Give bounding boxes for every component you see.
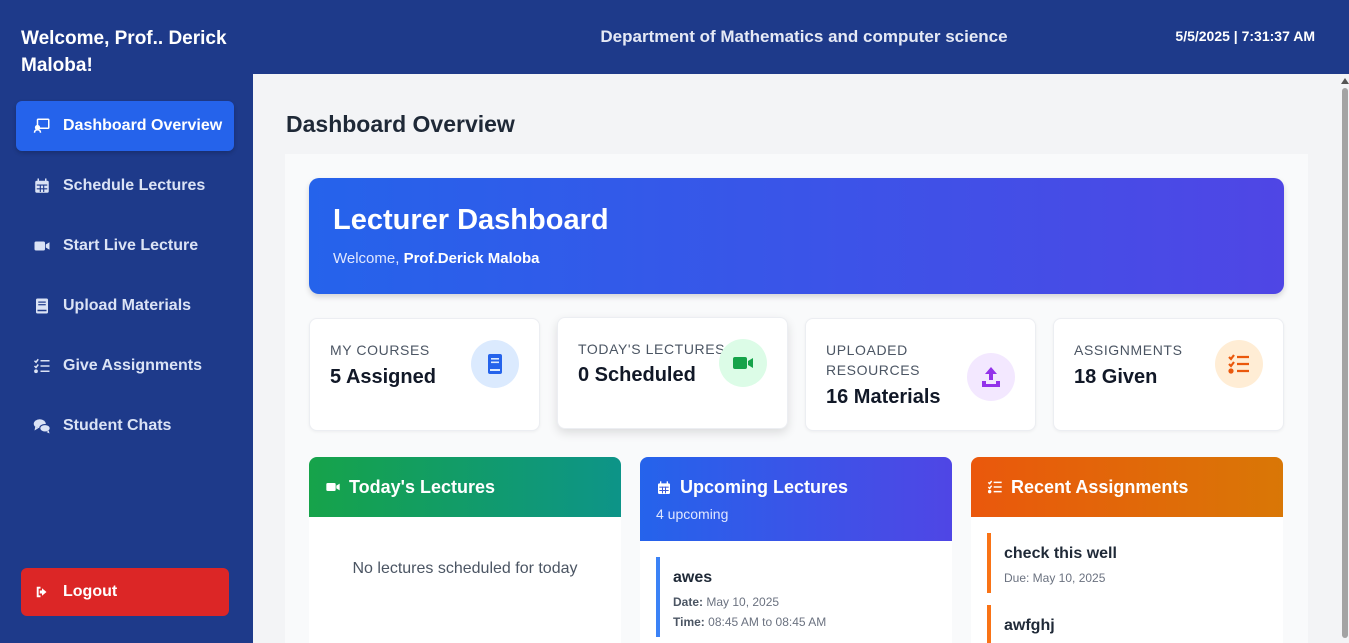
sidebar-item-upload-materials[interactable]: Upload Materials (16, 281, 234, 331)
lecture-date: Date: May 10, 2025 (673, 595, 952, 609)
sidebar-item-label: Start Live Lecture (63, 237, 199, 254)
sidebar-item-schedule-lectures[interactable]: Schedule Lectures (16, 161, 234, 211)
assignment-due: Due: May 10, 2025 (1004, 571, 1106, 585)
date-value: May 10, 2025 (706, 595, 780, 609)
video-icon (325, 479, 341, 495)
hero-title: Lecturer Dashboard (333, 204, 609, 236)
stat-card-todays-lectures[interactable]: TODAY'S LECTURES 0 Scheduled (557, 317, 788, 429)
sidebar: Welcome, Prof.. Derick Maloba! Dashboard… (0, 0, 253, 643)
lecture-name: awes (673, 569, 713, 586)
sidebar-item-dashboard-overview[interactable]: Dashboard Overview (16, 101, 234, 151)
upcoming-lectures-card: Upcoming Lectures 4 upcoming awes Date: … (640, 457, 952, 643)
list-item[interactable]: awes Date: May 10, 2025 Time: 08:45 AM t… (656, 557, 952, 637)
vertical-scrollbar[interactable] (1340, 74, 1349, 643)
stat-label: ASSIGNMENTS (1074, 342, 1183, 358)
upcoming-lectures-header: Upcoming Lectures 4 upcoming (640, 457, 952, 541)
stat-card-uploaded-resources[interactable]: UPLOADED RESOURCES 16 Materials (805, 318, 1036, 431)
date-label: Date: (673, 595, 704, 609)
sidebar-item-student-chats[interactable]: Student Chats (16, 401, 234, 451)
recent-assignments-card: Recent Assignments check this well Due: … (971, 457, 1283, 643)
logout-icon (33, 583, 51, 601)
dashboard-panel: Lecturer Dashboard Welcome, Prof.Derick … (285, 154, 1308, 643)
top-header: Department of Mathematics and computer s… (253, 0, 1349, 74)
list-item[interactable]: awfghj (987, 605, 1283, 643)
stat-label: TODAY'S LECTURES (578, 341, 726, 357)
calendar-icon (656, 480, 672, 496)
assignment-name: check this well (1004, 545, 1117, 562)
todays-lectures-header: Today's Lectures (309, 457, 621, 517)
stat-value: 18 Given (1074, 366, 1158, 388)
stat-card-my-courses[interactable]: MY COURSES 5 Assigned (309, 318, 540, 431)
tasks-icon (33, 357, 51, 375)
upcoming-count: 4 upcoming (656, 506, 729, 522)
tasks-icon (1215, 340, 1263, 388)
sidebar-item-label: Student Chats (63, 417, 172, 434)
todays-lectures-card: Today's Lectures No lectures scheduled f… (309, 457, 621, 643)
card-title: Today's Lectures (349, 476, 495, 497)
stat-value: 16 Materials (826, 386, 941, 408)
logout-button[interactable]: Logout (21, 568, 229, 616)
dashboard-icon (33, 117, 51, 135)
main-content: Dashboard Overview Lecturer Dashboard We… (253, 74, 1340, 643)
card-title: Upcoming Lectures (680, 477, 849, 497)
video-icon (33, 237, 51, 255)
stat-value: 0 Scheduled (578, 364, 696, 386)
sidebar-item-give-assignments[interactable]: Give Assignments (16, 341, 234, 391)
calendar-icon (33, 177, 51, 195)
list-item[interactable]: check this well Due: May 10, 2025 (987, 533, 1283, 593)
hero-welcome-name: Prof.Derick Maloba (403, 250, 540, 267)
datetime-display: 5/5/2025 | 7:31:37 AM (1175, 28, 1315, 44)
sidebar-item-label: Schedule Lectures (63, 177, 206, 194)
scrollbar-thumb[interactable] (1342, 88, 1348, 638)
page-title: Dashboard Overview (286, 111, 515, 137)
welcome-message: Welcome, Prof.. Derick Maloba! (21, 28, 227, 76)
scroll-up-arrow-icon[interactable] (1341, 78, 1349, 84)
tasks-icon (987, 479, 1003, 495)
card-title: Recent Assignments (1011, 476, 1189, 497)
time-value: 08:45 AM to 08:45 AM (708, 615, 827, 629)
logout-label: Logout (63, 583, 118, 600)
book-icon (33, 297, 51, 315)
empty-state-message: No lectures scheduled for today (352, 560, 578, 577)
stat-value: 5 Assigned (330, 366, 436, 388)
chat-icon (33, 417, 51, 435)
assignment-name: awfghj (1004, 617, 1055, 634)
stat-card-assignments[interactable]: ASSIGNMENTS 18 Given (1053, 318, 1284, 431)
sidebar-item-label: Upload Materials (63, 297, 192, 314)
hero-welcome-prefix: Welcome, (333, 250, 404, 267)
stat-label: UPLOADED RESOURCES (826, 342, 921, 378)
recent-assignments-header: Recent Assignments (971, 457, 1283, 517)
book-icon (471, 340, 519, 388)
stat-label: MY COURSES (330, 342, 430, 358)
time-label: Time: (673, 615, 705, 629)
hero-welcome: Welcome, Prof.Derick Maloba (333, 250, 539, 267)
sidebar-item-label: Give Assignments (63, 357, 203, 374)
sidebar-item-start-live-lecture[interactable]: Start Live Lecture (16, 221, 234, 271)
lecture-time: Time: 08:45 AM to 08:45 AM (673, 615, 952, 629)
sidebar-item-label: Dashboard Overview (63, 117, 223, 134)
upload-icon (967, 353, 1015, 401)
video-icon (719, 339, 767, 387)
sidebar-nav: Dashboard Overview Schedule Lectures Sta… (16, 101, 234, 461)
hero-banner: Lecturer Dashboard Welcome, Prof.Derick … (309, 178, 1284, 294)
